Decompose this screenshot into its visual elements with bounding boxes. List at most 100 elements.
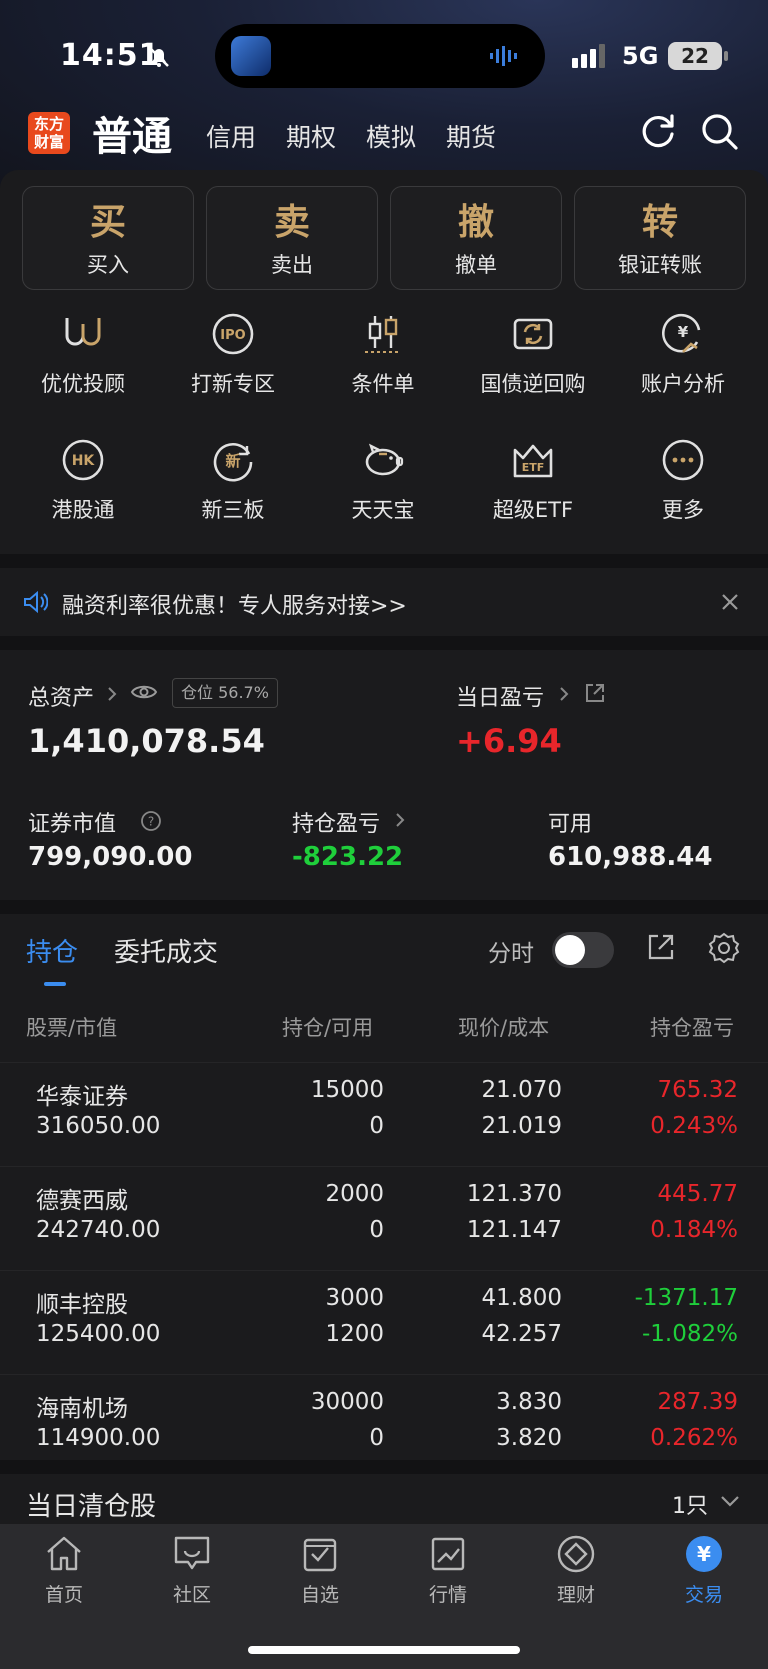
app-logo: 东方 财富 <box>28 112 70 154</box>
service-hk-connect[interactable]: HK 港股通 <box>8 438 158 524</box>
gear-icon[interactable] <box>708 932 740 964</box>
tab-credit[interactable]: 信用 <box>206 118 256 154</box>
bell-muted-icon <box>149 47 169 67</box>
refresh-icon[interactable] <box>636 110 680 154</box>
buy-label: 买入 <box>87 253 129 277</box>
nav-finance[interactable]: 理财 <box>512 1534 640 1607</box>
stock-cost: 3.820 <box>496 1425 562 1451</box>
service-tiantianbao[interactable]: 天天宝 <box>308 438 458 524</box>
stock-pl: 445.77 <box>657 1181 738 1207</box>
service-label: 天天宝 <box>351 498 415 522</box>
nav-label: 交易 <box>684 1584 723 1606</box>
chevron-down-icon <box>721 1496 739 1507</box>
daily-pl-label[interactable]: 当日盈亏 <box>456 680 544 712</box>
table-row[interactable]: 顺丰控股 125400.00 3000 1200 41.800 42.257 -… <box>0 1270 768 1374</box>
nav-home[interactable]: 首页 <box>0 1534 128 1607</box>
yen-chart-icon: ¥ <box>662 313 701 353</box>
stock-pl-pct: 0.184% <box>650 1217 738 1243</box>
nav-label: 理财 <box>556 1584 595 1606</box>
stock-cost: 21.019 <box>481 1113 562 1139</box>
candlestick-icon <box>365 316 401 353</box>
stock-position: 15000 <box>310 1077 384 1103</box>
watchlist-icon <box>303 1538 337 1572</box>
promo-notice[interactable]: 融资利率很优惠！专人服务对接>> <box>0 568 768 636</box>
service-ipo[interactable]: IPO 打新专区 <box>158 312 308 398</box>
intraday-toggle[interactable] <box>552 932 614 968</box>
help-icon[interactable]: ? <box>140 810 162 832</box>
nav-watchlist[interactable]: 自选 <box>256 1534 384 1607</box>
piggy-bank-icon <box>365 443 404 476</box>
service-label: 打新专区 <box>191 372 275 396</box>
market-value-label: 证券市值 <box>28 812 117 837</box>
service-label: 优优投顾 <box>41 372 125 396</box>
bank-transfer-button[interactable]: 转 银证转账 <box>574 186 746 290</box>
finance-icon <box>557 1535 595 1573</box>
stock-cost: 42.257 <box>481 1321 562 1347</box>
close-icon[interactable] <box>718 590 742 614</box>
service-uu-advisor[interactable]: 优优投顾 <box>8 312 158 398</box>
uu-advisor-icon <box>65 318 101 346</box>
speaker-icon <box>24 590 48 614</box>
service-account-analysis[interactable]: ¥ 账户分析 <box>608 312 758 398</box>
island-app-icon <box>231 36 271 76</box>
chevron-right-icon <box>108 687 117 701</box>
tab-normal[interactable]: 普通 <box>92 104 172 162</box>
nav-community[interactable]: 社区 <box>128 1534 256 1607</box>
service-label: 条件单 <box>351 372 415 396</box>
eye-icon[interactable] <box>130 682 158 702</box>
cancel-order-button[interactable]: 撤 撤单 <box>390 186 562 290</box>
service-bond-repo[interactable]: 国债逆回购 <box>458 312 608 398</box>
market-value: 799,090.00 <box>28 842 193 872</box>
holding-pl-label[interactable]: 持仓盈亏 <box>292 806 380 838</box>
col-header-position: 持仓/可用 <box>282 1016 374 1040</box>
tab-options[interactable]: 期权 <box>286 118 336 154</box>
stock-pl: 287.39 <box>657 1389 738 1415</box>
service-label: 国债逆回购 <box>480 372 586 396</box>
audio-wave-icon <box>490 46 517 66</box>
share-icon[interactable] <box>646 932 676 962</box>
hk-icon: HK <box>62 439 104 481</box>
nav-label: 行情 <box>428 1584 467 1606</box>
tab-futures[interactable]: 期货 <box>446 118 496 154</box>
stock-name: 华泰证券 <box>36 1084 128 1110</box>
nav-label: 首页 <box>44 1584 83 1606</box>
home-indicator <box>248 1646 520 1654</box>
nav-market[interactable]: 行情 <box>384 1534 512 1607</box>
status-bar: 14:51 5G 22 <box>0 0 768 112</box>
total-assets-value: 1,410,078.54 <box>28 722 265 760</box>
table-row[interactable]: 德赛西威 242740.00 2000 0 121.370 121.147 44… <box>0 1166 768 1270</box>
service-more[interactable]: 更多 <box>608 438 758 524</box>
stock-price: 3.830 <box>496 1389 562 1415</box>
service-new-third-board[interactable]: 新 新三板 <box>158 438 308 524</box>
notice-text: 融资利率很优惠！专人服务对接>> <box>62 594 407 619</box>
stock-available: 0 <box>369 1425 384 1451</box>
tab-simulation[interactable]: 模拟 <box>366 118 416 154</box>
external-link-icon[interactable] <box>584 682 606 704</box>
etf-crown-icon: ETF <box>513 444 553 478</box>
table-row[interactable]: 海南机场 114900.00 30000 0 3.830 3.820 287.3… <box>0 1374 768 1478</box>
service-super-etf[interactable]: ETF 超级ETF <box>458 438 608 524</box>
table-row[interactable]: 华泰证券 316050.00 15000 0 21.070 21.019 765… <box>0 1062 768 1166</box>
dynamic-island <box>215 24 545 88</box>
app-header: 东方 财富 普通 信用 期权 模拟 期货 <box>0 104 768 174</box>
service-conditional-order[interactable]: 条件单 <box>308 312 458 398</box>
stock-position: 30000 <box>310 1389 384 1415</box>
col-header-pl: 持仓盈亏 <box>650 1016 734 1040</box>
signal-icon <box>572 44 605 68</box>
stock-available: 0 <box>369 1217 384 1243</box>
total-assets-label[interactable]: 总资产 <box>28 680 94 712</box>
stock-market-value: 242740.00 <box>36 1217 161 1243</box>
svg-text:新: 新 <box>225 452 240 470</box>
nav-trade[interactable]: ¥ 交易 <box>640 1534 768 1607</box>
stock-market-value: 316050.00 <box>36 1113 161 1139</box>
holdings-section: 持仓 委托成交 分时 股票/市值 持仓/可用 现价/成本 持仓盈亏 华泰证券 3… <box>0 914 768 1460</box>
asset-summary: 总资产 仓位 56.7% 1,410,078.54 当日盈亏 +6.94 证券市… <box>0 650 768 900</box>
sell-button[interactable]: 卖 卖出 <box>206 186 378 290</box>
service-label: 超级ETF <box>492 498 574 522</box>
market-icon <box>431 1537 465 1571</box>
toggle-knob <box>555 935 585 965</box>
tab-positions[interactable]: 持仓 <box>26 932 78 969</box>
search-icon[interactable] <box>698 110 742 154</box>
buy-button[interactable]: 买 买入 <box>22 186 194 290</box>
tab-orders[interactable]: 委托成交 <box>114 932 218 969</box>
